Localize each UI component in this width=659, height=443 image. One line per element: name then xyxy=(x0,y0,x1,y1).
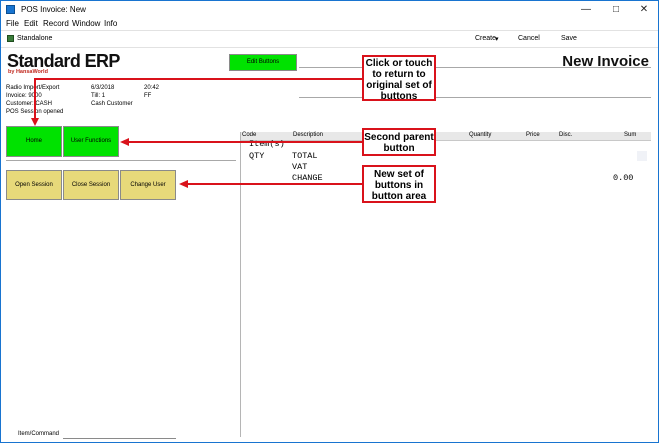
receipt-total-label: TOTAL xyxy=(292,151,318,161)
toolbar: Standalone Create ▾ Cancel Save xyxy=(1,30,658,48)
receipt-qty-label: QTY xyxy=(249,151,265,161)
close-icon[interactable]: ✕ xyxy=(629,1,658,18)
receipt-change-label: CHANGE xyxy=(292,173,323,183)
column-disc: Disc. xyxy=(559,132,573,138)
change-user-button[interactable]: Change User xyxy=(120,170,176,200)
info-divider xyxy=(299,97,651,98)
menu-edit[interactable]: Edit xyxy=(24,19,38,28)
app-icon xyxy=(6,5,15,14)
column-description: Description xyxy=(293,132,324,138)
column-price: Price xyxy=(526,132,540,138)
standalone-icon xyxy=(7,35,14,42)
create-button[interactable]: Create xyxy=(475,35,496,42)
menu-file[interactable]: File xyxy=(6,19,19,28)
till-code: FF xyxy=(144,93,152,99)
receipt-vat-label: VAT xyxy=(292,162,308,172)
edit-buttons-button[interactable]: Edit Buttons xyxy=(229,54,297,71)
title-bar: POS Invoice: New — □ ✕ xyxy=(1,1,658,18)
items-table-header: Code Description Quantity Price Disc. Su… xyxy=(241,132,651,141)
button-row-divider xyxy=(6,160,236,161)
annotation-new-buttons: New set of buttons in button area xyxy=(362,165,436,203)
menu-bar: File Edit Record Window Info xyxy=(1,18,658,30)
open-session-button[interactable]: Open Session xyxy=(6,170,62,200)
maximize-icon[interactable]: □ xyxy=(601,1,631,18)
receipt-change-value: 0.00 xyxy=(613,173,634,183)
command-input[interactable] xyxy=(63,438,176,439)
menu-info[interactable]: Info xyxy=(104,19,117,28)
invoice-date: 6/3/2018 xyxy=(91,85,115,91)
customer-name: Cash Customer xyxy=(91,101,133,107)
company-name: Radio Import/Export xyxy=(6,85,60,91)
close-session-button[interactable]: Close Session xyxy=(63,170,119,200)
annotation-return-buttons: Click or touch to return to original set… xyxy=(362,55,436,102)
home-button[interactable]: Home xyxy=(6,126,62,157)
save-button[interactable]: Save xyxy=(561,35,577,42)
table-panel-border xyxy=(240,132,241,437)
arrow-left-icon xyxy=(120,138,129,146)
create-chevron-down-icon[interactable]: ▾ xyxy=(495,35,499,43)
annotation-second-parent: Second parent button xyxy=(362,128,436,156)
annotation-arrow-line xyxy=(128,141,362,143)
menu-record[interactable]: Record xyxy=(43,19,69,28)
minimize-icon[interactable]: — xyxy=(571,1,601,18)
standalone-label: Standalone xyxy=(17,35,53,42)
annotation-arrow-line xyxy=(187,183,362,185)
arrow-down-icon xyxy=(31,118,39,126)
column-sum: Sum xyxy=(624,132,637,138)
annotation-arrow-line xyxy=(34,78,36,120)
command-label: Item/Command xyxy=(18,431,60,437)
window-title: POS Invoice: New xyxy=(21,5,86,14)
user-functions-button[interactable]: User Functions xyxy=(63,126,119,157)
header-divider xyxy=(299,67,651,68)
invoice-time: 20:42 xyxy=(144,85,160,91)
column-code: Code xyxy=(242,132,257,138)
cancel-button[interactable]: Cancel xyxy=(518,35,540,42)
annotation-arrow-line xyxy=(34,78,362,80)
arrow-left-icon xyxy=(179,180,188,188)
till-number: Till: 1 xyxy=(91,93,106,99)
menu-window[interactable]: Window xyxy=(72,19,100,28)
logo-subtitle: by HansaWorld xyxy=(8,69,48,75)
column-quantity: Quantity xyxy=(469,132,492,138)
invoice-number: Invoice: 9000 xyxy=(6,93,42,99)
customer-code: Customer: CASH xyxy=(6,101,53,107)
pos-invoice-window: POS Invoice: New — □ ✕ File Edit Record … xyxy=(0,0,659,443)
table-cell xyxy=(637,151,647,161)
